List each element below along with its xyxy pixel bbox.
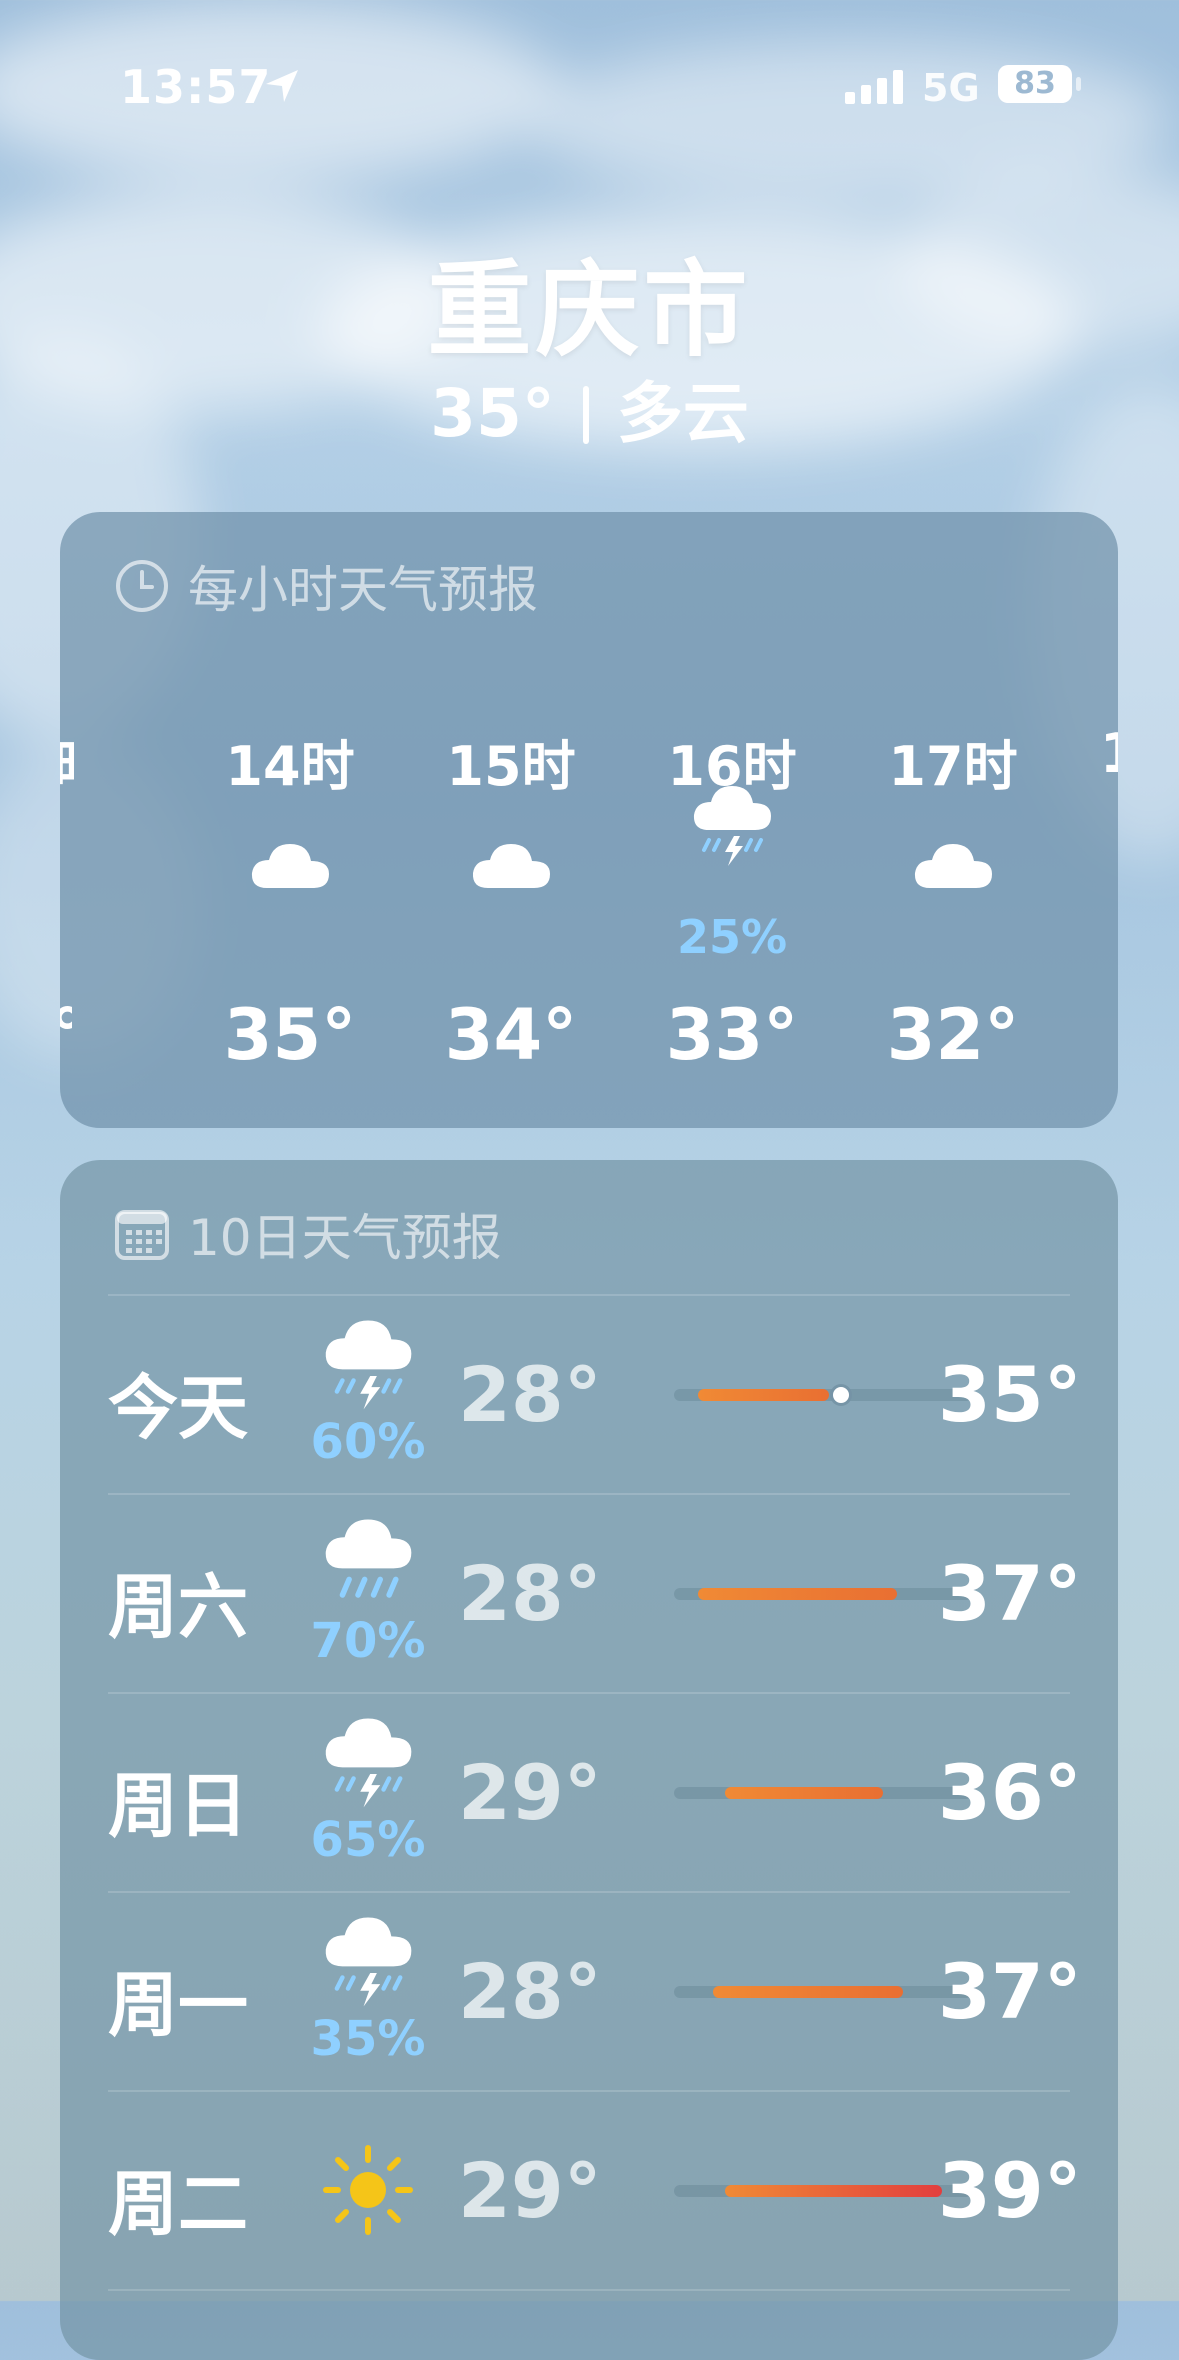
hour-item[interactable]: 15时 34° <box>421 722 601 1076</box>
cloud-icon <box>472 844 550 888</box>
hour-item[interactable]: 14时 35° <box>200 722 380 1076</box>
temperature-range-fill <box>697 1389 829 1401</box>
day-low: 28° <box>458 1350 602 1439</box>
hour-item[interactable]: 17时 32° <box>863 722 1043 1076</box>
temperature-range-fill <box>712 1986 904 1998</box>
day-row[interactable]: 今天 60% 28° 35° <box>108 1296 1082 1493</box>
temperature-range-bar <box>674 1387 972 1403</box>
temperature-range-bar <box>674 2185 972 2197</box>
day-low: 28° <box>458 1947 602 2036</box>
day-precipitation: 70% <box>310 1613 426 1669</box>
current-temperature: 35° <box>430 375 555 452</box>
clock-icon <box>116 560 168 612</box>
hour-item[interactable]: 16时 25% 33° <box>642 722 822 1076</box>
current-conditions: 35° 多云 <box>0 360 1179 456</box>
day-high: 39° <box>938 2146 1082 2235</box>
day-high: 37° <box>938 1947 1082 2036</box>
day-row[interactable]: 周二 29° 39° <box>108 2092 1082 2289</box>
sun-icon <box>323 2145 413 2235</box>
calendar-icon <box>115 1210 169 1260</box>
current-condition: 多云 <box>616 375 749 452</box>
day-row[interactable]: 周一 35% 28° 37° <box>108 1893 1082 2090</box>
separator <box>582 386 589 444</box>
day-name: 周二 <box>108 2163 248 2245</box>
hour-label: 17时 <box>888 735 1018 798</box>
day-high: 37° <box>938 1549 1082 1638</box>
day-high: 36° <box>938 1748 1082 1837</box>
network-type: 5G <box>922 66 980 110</box>
daily-forecast-header: 10日天气预报 <box>114 1198 502 1270</box>
current-temperature-dot <box>832 1387 849 1403</box>
temperature-range-bar <box>674 1986 972 1998</box>
day-name: 今天 <box>108 1367 248 1449</box>
day-low: 28° <box>458 1549 602 1638</box>
location-arrow-icon <box>262 66 302 110</box>
cloud-icon <box>251 844 329 888</box>
thunderstorm-icon <box>325 1320 412 1410</box>
hour-partial-left-temp: ° <box>60 994 72 1076</box>
city-name: 重庆市 <box>427 249 752 371</box>
day-precipitation: 35% <box>310 2011 426 2067</box>
hourly-forecast-title: 每小时天气预报 <box>188 561 538 619</box>
day-name: 周六 <box>108 1566 248 1648</box>
battery-icon: 83 <box>998 65 1072 103</box>
temperature-range-fill <box>697 1588 898 1600</box>
hour-temperature: 34° <box>444 994 578 1076</box>
cellular-signal-icon <box>845 70 907 108</box>
day-low: 29° <box>458 1748 602 1837</box>
hour-partial-left-label: 時 <box>60 722 74 801</box>
battery-nub <box>1076 77 1081 91</box>
day-precipitation: 65% <box>310 1812 426 1868</box>
thunderstorm-icon <box>325 1917 412 2007</box>
hourly-forecast-header: 每小时天气预报 <box>114 550 538 622</box>
hour-temperature: 35° <box>223 994 357 1076</box>
hour-label: 18 <box>1100 722 1118 792</box>
day-name: 周日 <box>108 1765 248 1847</box>
hour-temperature: 33° <box>665 994 799 1076</box>
temperature-range-bar <box>674 1787 972 1799</box>
hour-label: 15时 <box>446 735 576 798</box>
thunderstorm-icon <box>693 786 771 866</box>
day-high: 35° <box>938 1350 1082 1439</box>
temperature-range-bar <box>674 1588 972 1600</box>
row-divider <box>108 2289 1070 2291</box>
hour-temperature: 32° <box>886 994 1020 1076</box>
status-time: 13:57 <box>120 60 272 114</box>
hour-item[interactable]: 18 3 <box>1084 722 1118 792</box>
hour-label: 14时 <box>225 735 355 798</box>
hour-precipitation: 25% <box>676 910 788 964</box>
daily-list: 今天 60% 28° 35° 周六 70% 28° 37° 周日 65% 29°… <box>108 1294 1082 2291</box>
day-name: 周一 <box>108 1964 248 2046</box>
rain-icon <box>325 1519 412 1598</box>
day-row[interactable]: 周六 70% 28° 37° <box>108 1495 1082 1692</box>
thunderstorm-icon <box>325 1718 412 1808</box>
daily-forecast-card[interactable]: 10日天气预报 今天 60% 28° 35° 周六 70% 28° 37° 周日… <box>60 1160 1118 2360</box>
hourly-forecast-card[interactable]: 每小时天气预报 時 ° 14时 35° 15时 34° 16时 25% 33° <box>60 512 1118 1128</box>
day-low: 29° <box>458 2146 602 2235</box>
hourly-scroll[interactable]: 時 ° 14时 35° 15时 34° 16时 25% 33° 17时 <box>60 722 1118 1102</box>
day-row[interactable]: 周日 65% 29° 36° <box>108 1694 1082 1891</box>
day-precipitation: 60% <box>310 1414 426 1470</box>
cloud-icon <box>914 844 992 888</box>
temperature-range-fill <box>724 1787 883 1799</box>
daily-forecast-title: 10日天气预报 <box>188 1209 502 1267</box>
status-bar: 13:57 5G 83 <box>0 58 1179 118</box>
temperature-range-fill <box>724 2185 943 2197</box>
